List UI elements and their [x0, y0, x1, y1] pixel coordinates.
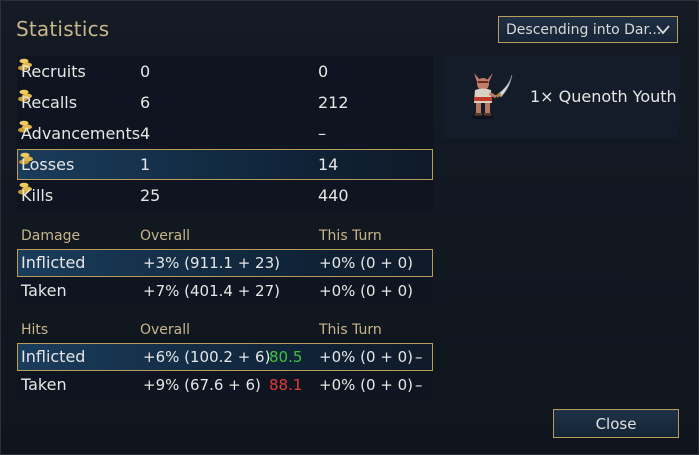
damage-this-turn: +0% (0 + 0) [319, 282, 414, 300]
damage-overall: +7% (401.4 + 27) [143, 282, 280, 300]
damage-overall: +3% (911.1 + 23) [143, 254, 280, 272]
summary-row-kills[interactable]: Kills 25 440 [17, 180, 433, 211]
damage-header-label: Damage [21, 228, 81, 244]
hits-header-this-turn: This Turn [319, 322, 382, 338]
summary-label: Losses [21, 155, 75, 174]
summary-table: Recruits 0 0 Recalls 6 212 Advancements … [17, 56, 433, 211]
damage-header-this-turn: This Turn [319, 228, 382, 244]
dialog-title: Statistics [16, 17, 110, 41]
scenario-select-value: Descending into Dar... [506, 21, 662, 38]
chevron-down-icon [656, 25, 670, 35]
summary-row-losses[interactable]: Losses 1 14 [17, 149, 433, 180]
summary-cost: 440 [318, 186, 349, 205]
hits-row-inflicted[interactable]: Inflicted +6% (100.2 + 6) 80.5 +0% (0 + … [17, 343, 433, 371]
damage-row-label: Inflicted [21, 253, 86, 272]
hits-table: Inflicted +6% (100.2 + 6) 80.5 +0% (0 + … [17, 343, 433, 399]
hits-header-overall: Overall [140, 322, 191, 338]
hits-row-taken[interactable]: Taken +9% (67.6 + 6) 88.1 +0% (0 + 0) – [17, 371, 433, 399]
summary-label: Recruits [21, 62, 86, 81]
damage-header-overall: Overall [140, 228, 191, 244]
summary-cost: 212 [318, 93, 349, 112]
summary-cost: 14 [318, 155, 339, 174]
damage-this-turn: +0% (0 + 0) [319, 254, 414, 272]
summary-value: 6 [140, 93, 151, 112]
hits-header-label: Hits [21, 322, 49, 338]
damage-row-inflicted[interactable]: Inflicted +3% (911.1 + 23) +0% (0 + 0) [17, 249, 433, 277]
unit-count-label: 1× Quenoth Youth [530, 87, 677, 106]
damage-table: Inflicted +3% (911.1 + 23) +0% (0 + 0) T… [17, 249, 433, 305]
summary-row-recalls[interactable]: Recalls 6 212 [17, 87, 433, 118]
hits-percentile-bad: 88.1 [269, 376, 303, 394]
statistics-dialog: Statistics Descending into Dar... Recrui… [0, 0, 699, 455]
hits-row-label: Inflicted [21, 347, 86, 366]
summary-row-advancements[interactable]: Advancements 4 – [17, 118, 433, 149]
summary-cost: 0 [318, 62, 329, 81]
summary-value: 0 [140, 62, 151, 81]
summary-value: 1 [140, 155, 151, 174]
summary-value: 25 [140, 186, 161, 205]
damage-row-taken[interactable]: Taken +7% (401.4 + 27) +0% (0 + 0) [17, 277, 433, 305]
summary-label: Advancements [21, 124, 141, 143]
hits-this-turn-percentile: – [415, 348, 423, 366]
damage-row-label: Taken [21, 281, 67, 300]
hits-this-turn-percentile: – [415, 376, 423, 394]
hits-overall: +9% (67.6 + 6) [143, 376, 261, 394]
hits-this-turn: +0% (0 + 0) [319, 348, 414, 366]
hits-row-label: Taken [21, 375, 67, 394]
hits-this-turn: +0% (0 + 0) [319, 376, 414, 394]
unit-list: 1× Quenoth Youth [443, 56, 679, 138]
scenario-select[interactable]: Descending into Dar... [498, 16, 678, 43]
summary-cost: – [318, 124, 326, 143]
summary-label: Kills [21, 186, 54, 205]
summary-row-recruits[interactable]: Recruits 0 0 [17, 56, 433, 87]
close-button[interactable]: Close [553, 409, 679, 438]
summary-value: 4 [140, 124, 151, 143]
hits-percentile-good: 80.5 [269, 348, 303, 366]
summary-label: Recalls [21, 93, 78, 112]
quenoth-youth-sprite-icon [472, 73, 513, 119]
hits-overall: +6% (100.2 + 6) [143, 348, 271, 366]
